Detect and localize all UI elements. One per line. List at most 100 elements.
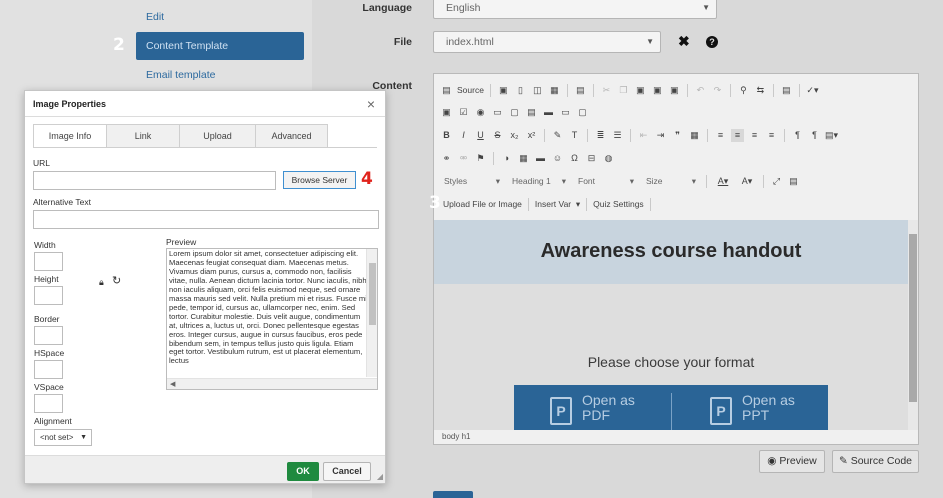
show-blocks-icon[interactable]: ▤	[787, 175, 800, 188]
templates-icon[interactable]: ▤	[574, 84, 587, 97]
indent-icon[interactable]: ⇥	[654, 129, 667, 142]
sidebar-item-content-template[interactable]: Content Template	[136, 32, 304, 60]
align-left-icon[interactable]: ≡	[714, 129, 727, 142]
save-button-partial[interactable]	[433, 491, 473, 498]
align-center-icon[interactable]: ≡	[731, 128, 744, 142]
editor-scrollbar[interactable]	[908, 220, 918, 430]
anchor-icon[interactable]: ⚑	[474, 152, 487, 165]
format-dropdown[interactable]: Heading 1 ▾	[508, 174, 570, 188]
sidebar-item-email-template[interactable]: Email template	[136, 61, 304, 89]
font-dropdown[interactable]: Font ▾	[574, 174, 638, 188]
outdent-icon[interactable]: ⇤	[637, 129, 650, 142]
paste-icon[interactable]: ▣	[634, 84, 647, 97]
border-input[interactable]	[34, 326, 63, 345]
tab-advanced[interactable]: Advanced	[255, 124, 328, 147]
vspace-input[interactable]	[34, 394, 63, 413]
italic-icon[interactable]: I	[457, 129, 470, 142]
resize-grip-icon[interactable]: ◢	[377, 472, 383, 481]
textarea-icon[interactable]: ▢	[508, 106, 521, 119]
preview-box[interactable]: Lorem ipsum dolor sit amet, consectetuer…	[166, 248, 378, 390]
cut-icon[interactable]: ✂	[600, 84, 613, 97]
upload-file-or-image-button[interactable]: Upload File or Image	[443, 199, 522, 209]
text-color-icon[interactable]: A▾	[713, 175, 733, 188]
checkbox-icon[interactable]: ☑	[457, 106, 470, 119]
ok-button[interactable]: OK	[287, 462, 319, 481]
language-icon[interactable]: ▤▾	[825, 129, 838, 142]
align-right-icon[interactable]: ≡	[748, 129, 761, 142]
page-break-icon[interactable]: ⊟	[585, 152, 598, 165]
div-icon[interactable]: ▦	[688, 129, 701, 142]
help-icon[interactable]: ?	[706, 36, 718, 48]
subscript-icon[interactable]: x₂	[508, 129, 521, 142]
quiz-settings-button[interactable]: Quiz Settings	[593, 199, 644, 209]
cancel-button[interactable]: Cancel	[323, 462, 371, 481]
source-code-button[interactable]: ✎ Source Code	[832, 450, 919, 473]
dialog-header[interactable]: Image Properties ×	[25, 91, 385, 117]
language-select[interactable]: English ▼	[433, 0, 717, 19]
horizontal-rule-icon[interactable]: ▬	[534, 152, 547, 165]
chevron-left-icon[interactable]: ◀	[170, 380, 175, 388]
scrollbar-thumb[interactable]	[369, 263, 376, 325]
preview-vertical-scrollbar[interactable]	[366, 249, 377, 377]
tab-link[interactable]: Link	[106, 124, 180, 147]
table-icon[interactable]: ▦	[517, 152, 530, 165]
preview-horizontal-scrollbar[interactable]: ◀	[167, 378, 377, 389]
bold-icon[interactable]: B	[440, 129, 453, 142]
blockquote-icon[interactable]: ❞	[671, 129, 684, 142]
editor-content-area[interactable]: Awareness course handout Please choose y…	[434, 220, 908, 430]
undo-icon[interactable]: ↶	[694, 84, 707, 97]
url-input[interactable]	[33, 171, 276, 190]
unlink-icon[interactable]: ⚮	[457, 152, 470, 165]
image-button-icon[interactable]: ▭	[559, 106, 572, 119]
close-icon[interactable]: ×	[367, 96, 375, 112]
browse-server-button[interactable]: Browse Server	[283, 171, 356, 189]
copy-format-icon[interactable]: ✎	[551, 129, 564, 142]
delete-file-icon[interactable]: ✖	[678, 33, 690, 50]
copy-icon[interactable]: ❐	[617, 84, 630, 97]
special-char-icon[interactable]: Ω	[568, 152, 581, 165]
bulleted-list-icon[interactable]: ☰	[611, 129, 624, 142]
new-page-icon[interactable]: ▯	[514, 84, 527, 97]
rtl-icon[interactable]: ¶	[808, 129, 821, 142]
justify-icon[interactable]: ≡	[765, 129, 778, 142]
sidebar-item-edit[interactable]: Edit	[136, 3, 304, 31]
link-icon[interactable]: ⚭	[440, 152, 453, 165]
replace-icon[interactable]: ⇆	[754, 84, 767, 97]
reset-size-icon[interactable]: ↻	[112, 274, 121, 287]
textfield-icon[interactable]: ▭	[491, 106, 504, 119]
superscript-icon[interactable]: x²	[525, 129, 538, 142]
save-icon[interactable]: ▣	[497, 84, 510, 97]
numbered-list-icon[interactable]: ≣	[594, 129, 607, 142]
strike-icon[interactable]: S	[491, 129, 504, 142]
alt-text-input[interactable]	[33, 210, 379, 229]
iframe-icon[interactable]: ◍	[602, 152, 615, 165]
alignment-select[interactable]: <not set> ▼	[34, 429, 92, 446]
select-all-icon[interactable]: ▤	[780, 84, 793, 97]
open-as-ppt-link[interactable]: Open as PPT	[742, 393, 812, 423]
tab-image-info[interactable]: Image Info	[33, 124, 107, 147]
scrollbar-thumb[interactable]	[909, 234, 917, 402]
source-button[interactable]: Source	[457, 85, 484, 95]
size-dropdown[interactable]: Size ▾	[642, 174, 700, 188]
tab-upload[interactable]: Upload	[179, 124, 256, 147]
select-field-icon[interactable]: ▤	[525, 106, 538, 119]
form-icon[interactable]: ▣	[440, 106, 453, 119]
paste-text-icon[interactable]: ▣	[651, 84, 664, 97]
remove-format-icon[interactable]: T	[568, 129, 581, 142]
spellcheck-icon[interactable]: ✓▾	[806, 84, 819, 97]
underline-icon[interactable]: U	[474, 129, 487, 142]
maximize-icon[interactable]: ⤢	[770, 175, 783, 188]
insert-var-dropdown[interactable]: Insert Var ▾	[535, 199, 580, 210]
redo-icon[interactable]: ↷	[711, 84, 724, 97]
file-select[interactable]: index.html ▼	[433, 31, 661, 53]
open-as-pdf-link[interactable]: Open as PDF	[582, 393, 652, 423]
preview-icon[interactable]: ◫	[531, 84, 544, 97]
flash-icon[interactable]: ◑	[500, 152, 513, 165]
width-input[interactable]	[34, 252, 63, 271]
hspace-input[interactable]	[34, 360, 63, 379]
paste-word-icon[interactable]: ▣	[668, 84, 681, 97]
print-icon[interactable]: ▦	[548, 84, 561, 97]
smiley-icon[interactable]: ☺	[551, 152, 564, 165]
height-input[interactable]	[34, 286, 63, 305]
lock-ratio-icon[interactable]: 🔒︎	[99, 277, 104, 288]
